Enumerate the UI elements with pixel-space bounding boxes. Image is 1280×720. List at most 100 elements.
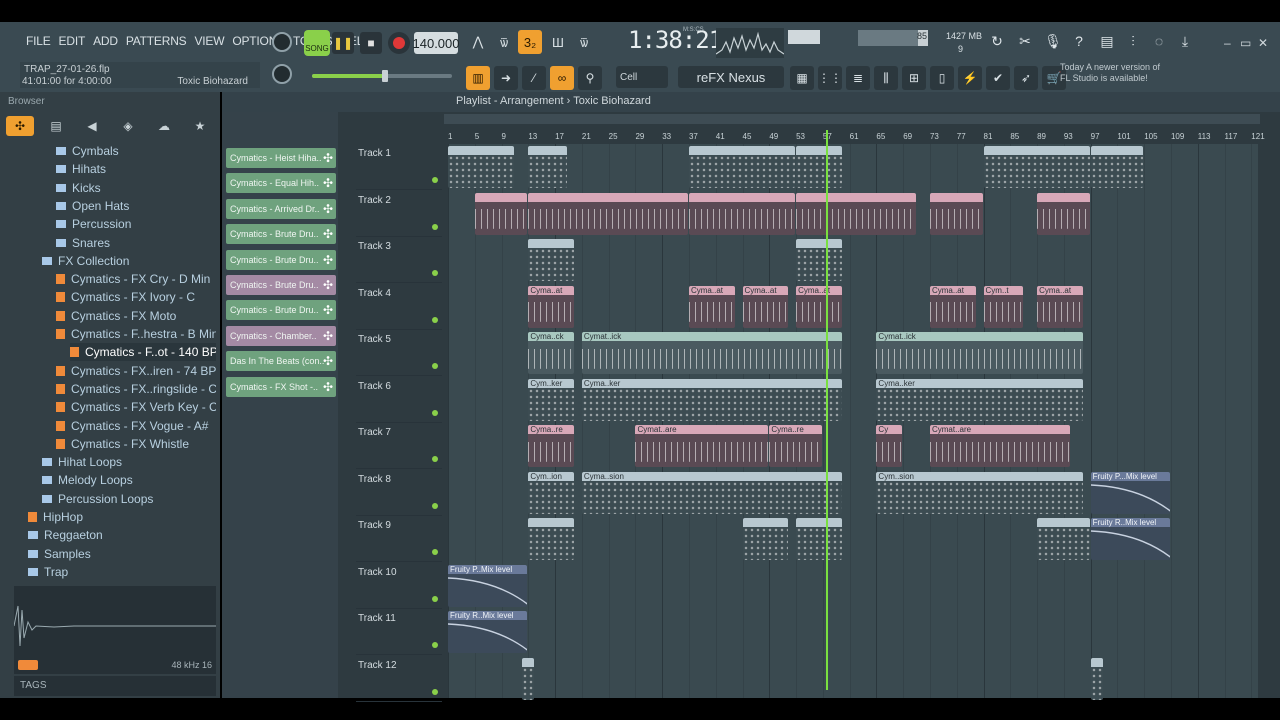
playlist-clip[interactable] <box>528 239 575 281</box>
channel-item[interactable]: Das In The Beats (con.. ✣ <box>226 351 336 372</box>
playlist-clip[interactable] <box>448 146 514 188</box>
playlist-clip[interactable]: Cyma..ck <box>528 332 575 374</box>
browser-tab-all[interactable]: ✣ <box>6 116 34 136</box>
horizontal-scrollbar[interactable] <box>444 114 1260 124</box>
track-mute-led[interactable] <box>432 270 438 276</box>
track-header[interactable]: Track 4 <box>356 284 442 330</box>
browser-item[interactable]: Cymbals <box>56 142 119 160</box>
drag-handle-icon[interactable]: ✣ <box>323 329 333 343</box>
browser-item[interactable]: Hihat Loops <box>42 453 122 471</box>
drag-handle-icon[interactable]: ✣ <box>323 278 333 292</box>
playlist-clip[interactable] <box>528 518 575 560</box>
track-mute-led[interactable] <box>432 688 438 695</box>
browser-item[interactable]: Snares <box>56 234 110 252</box>
track-mute-led[interactable] <box>432 316 438 323</box>
close-icon[interactable]: ✕ <box>1258 36 1268 50</box>
playlist-clip[interactable]: Cymat..are <box>635 425 769 467</box>
playlist-clip[interactable]: Fruity R..Mix level <box>1090 518 1170 560</box>
drag-handle-icon[interactable]: ✣ <box>323 354 333 368</box>
feedback-icon[interactable]: ➶ <box>1014 66 1038 90</box>
browser-item[interactable]: Cymatics - FX..iren - 74 BPM <box>56 362 216 380</box>
browser-item[interactable]: HipHop <box>28 508 83 526</box>
playlist-clip[interactable]: Cy <box>876 425 903 467</box>
playlist-clip[interactable]: Cym..ion <box>528 471 575 514</box>
browser-tab-cloud[interactable]: ☁ <box>150 116 178 136</box>
channel-item[interactable]: Cymatics - FX Shot -.. ✣ <box>226 376 336 397</box>
metronome-icon[interactable]: ⋀ <box>466 30 490 54</box>
menu-view[interactable]: VIEW <box>190 34 228 48</box>
playlist-clip[interactable] <box>528 192 688 235</box>
track-header[interactable]: Track 7 <box>356 423 442 469</box>
track-mute-led[interactable] <box>432 363 438 369</box>
volume-slider-handle[interactable] <box>382 70 388 82</box>
browser-item[interactable]: Cymatics - FX Vogue - A# <box>56 417 208 435</box>
browser-item[interactable]: Percussion <box>56 215 131 233</box>
mixer-icon[interactable]: ▦ <box>790 66 814 90</box>
browser-tab-favorites[interactable]: ★ <box>186 116 214 136</box>
save-icon[interactable]: ▤ <box>1096 30 1118 52</box>
channel-rack-icon[interactable]: ⋮⋮ <box>818 66 842 90</box>
link-icon[interactable]: ∞ <box>550 66 574 90</box>
mixer-toggle-icon[interactable]: ⫶ <box>1122 30 1144 52</box>
browser-tab-project[interactable]: ▤ <box>42 116 70 136</box>
channel-item[interactable]: Cymatics - Brute Dru.. ✣ <box>226 300 336 321</box>
playlist-clip[interactable]: Cymat..are <box>929 425 1070 467</box>
playlist-clip[interactable]: Cyma..sion <box>581 471 842 514</box>
playlist-clip[interactable]: Fruity P...Mix level <box>1090 471 1170 514</box>
browser-item[interactable]: Reggaeton <box>28 526 103 544</box>
menu-file[interactable]: FILE <box>22 34 55 48</box>
playlist-clip[interactable]: Cyma..at <box>742 285 789 328</box>
track-header[interactable]: Track 8 <box>356 470 442 516</box>
playlist-clip[interactable]: Cym..ker <box>528 378 575 421</box>
browser-item[interactable]: Cymatics - FX Cry - D Min <box>56 270 210 288</box>
playlist-clip[interactable] <box>474 192 528 235</box>
playlist-clip[interactable]: Cyma..ker <box>876 378 1083 421</box>
play-pause-button[interactable]: ❚❚ <box>332 32 354 54</box>
playlist-clip[interactable]: Cyma..re <box>769 425 822 467</box>
preview-play-icon[interactable] <box>18 660 38 670</box>
help-icon[interactable]: ? <box>1068 30 1090 52</box>
tuning-icon[interactable]: ✔ <box>986 66 1010 90</box>
snap-select[interactable]: Cell <box>616 66 668 88</box>
channel-item[interactable]: Cymatics - Brute Dru.. ✣ <box>226 249 336 270</box>
playlist-clip[interactable]: Cym..sion <box>876 471 1083 514</box>
playlist-clip[interactable] <box>528 146 568 188</box>
track-header[interactable]: Track 12 <box>356 656 442 702</box>
channel-item[interactable]: Cymatics - Brute Dru.. ✣ <box>226 224 336 245</box>
browser-item[interactable]: Kicks <box>56 179 101 197</box>
step-edit-icon[interactable]: Ш <box>546 30 570 54</box>
chat-icon[interactable]: ◌ <box>1148 30 1170 52</box>
channel-item[interactable]: Cymatics - Arrived Dr.. ✣ <box>226 198 336 219</box>
faders-icon[interactable]: ⫼ <box>874 66 898 90</box>
menu-add[interactable]: ADD <box>89 34 122 48</box>
browser-item[interactable]: Hihats <box>56 160 106 178</box>
browser-item[interactable]: Cymatics - FX Whistle <box>56 435 189 453</box>
browser-icon[interactable]: ▯ <box>930 66 954 90</box>
playlist-clip[interactable]: Cyma..at <box>1037 285 1083 328</box>
playlist-clip[interactable] <box>1090 146 1144 188</box>
drag-handle-icon[interactable]: ✣ <box>323 303 333 317</box>
record-button[interactable] <box>388 32 410 54</box>
playlist-clip[interactable] <box>688 192 796 235</box>
wait-input-icon[interactable]: ѿ <box>492 30 516 54</box>
playlist-clip[interactable]: Cyma..re <box>528 425 575 467</box>
browser-item[interactable]: Open Hats <box>56 197 129 215</box>
browser-item[interactable]: Cymatics - FX..ringslide - C# <box>56 380 216 398</box>
playlist-clip[interactable]: Cyma..at <box>796 285 842 328</box>
playlist-view-icon[interactable]: ▥ <box>466 66 490 90</box>
browser-item[interactable]: FX Collection <box>42 252 129 270</box>
loop-record-icon[interactable]: ѿ <box>572 30 596 54</box>
plugin-icon[interactable]: ⚡ <box>958 66 982 90</box>
browser-item[interactable]: Trap <box>28 563 68 581</box>
browser-item[interactable]: Cymatics - F..hestra - B Min <box>56 325 216 343</box>
playlist-clip[interactable]: Cyma..at <box>688 285 735 328</box>
track-mute-led[interactable] <box>432 177 438 183</box>
channel-item[interactable]: Cymatics - Equal Hih.. ✣ <box>226 173 336 194</box>
playlist-clip[interactable] <box>796 192 916 235</box>
undo-history-icon[interactable]: ↻ <box>986 30 1008 52</box>
microphone-icon[interactable]: 🎙 <box>1042 30 1064 52</box>
browser-item[interactable]: Percussion Loops <box>42 490 153 508</box>
countdown-icon[interactable]: 3₂ <box>518 30 542 54</box>
drag-handle-icon[interactable]: ✣ <box>323 253 333 267</box>
stop-button[interactable]: ■ <box>360 32 382 54</box>
